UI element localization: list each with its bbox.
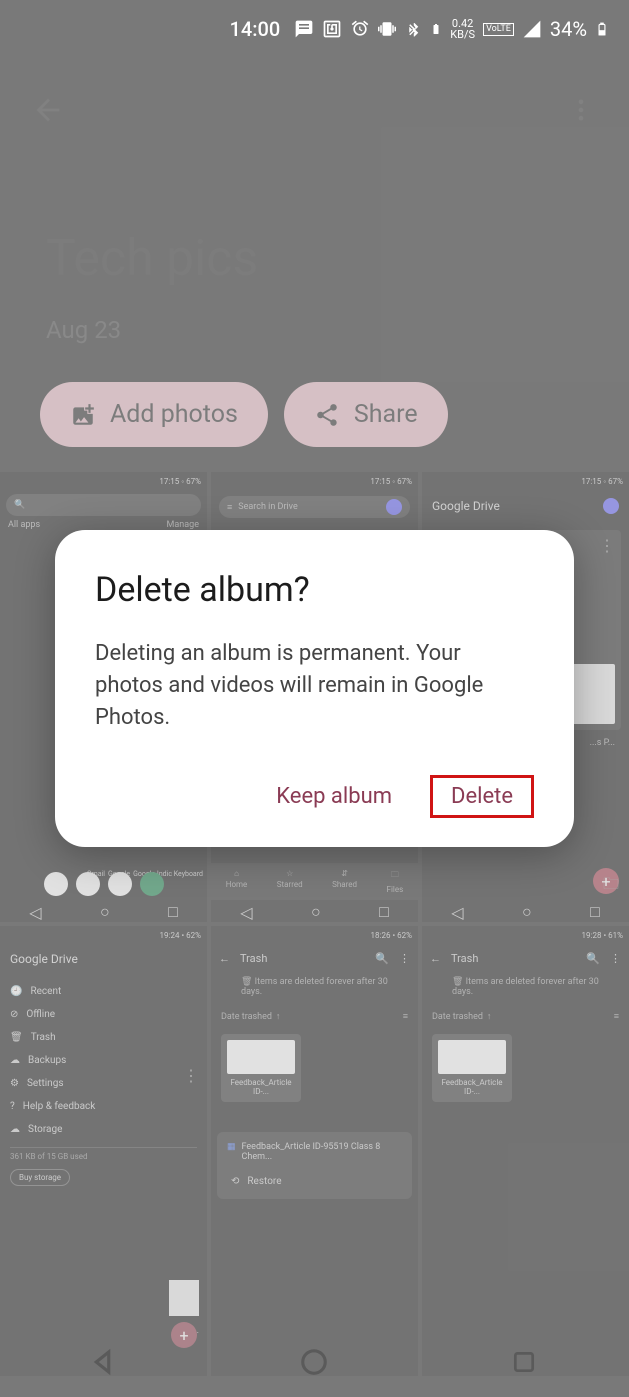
dialog-body: Deleting an album is permanent. Your pho… (95, 638, 534, 734)
add-photos-label: Add photos (110, 400, 238, 429)
volte-badge: VoLTE (483, 23, 514, 36)
status-bar: 14:00 0.42KB/S VoLTE 34% (0, 0, 629, 58)
status-time: 14:00 (229, 17, 280, 41)
battery-icon (595, 18, 609, 40)
battery-percent: 34% (550, 17, 587, 41)
photo-thumbnail[interactable]: 18:26 •62% ←Trash🔍⋮ 🗑 Items are deleted … (211, 926, 418, 1376)
album-toolbar (0, 80, 629, 140)
signal-icon (522, 19, 542, 39)
album-actions: Add photos Share (40, 382, 448, 447)
bluetooth-icon (404, 20, 422, 38)
delete-button[interactable]: Delete (430, 775, 534, 818)
photo-thumbnail[interactable]: 19:28 •61% ←Trash🔍⋮ 🗑 Items are deleted … (422, 926, 629, 1376)
dialog-title: Delete album? (95, 570, 534, 610)
nav-back-button[interactable] (85, 1342, 125, 1382)
back-button[interactable] (28, 90, 68, 130)
alarm-icon (350, 19, 370, 39)
battery-full-icon (430, 19, 442, 39)
vibrate-icon (378, 20, 396, 38)
delete-album-dialog: Delete album? Deleting an album is perma… (55, 530, 574, 847)
add-photos-button[interactable]: Add photos (40, 382, 268, 447)
nfc-icon (322, 19, 342, 39)
nav-home-button[interactable] (294, 1342, 334, 1382)
keep-album-button[interactable]: Keep album (262, 774, 406, 819)
album-date: Aug 23 (46, 316, 258, 344)
album-header: Tech pics Aug 23 (46, 230, 258, 344)
photo-thumbnail[interactable]: 19:24 •62% Google Drive 🕘Recent ⊘Offline… (0, 926, 207, 1376)
share-button[interactable]: Share (284, 382, 448, 447)
message-icon (294, 19, 314, 39)
data-rate: 0.42KB/S (450, 18, 475, 40)
album-title: Tech pics (46, 230, 258, 288)
share-label: Share (354, 400, 418, 429)
system-nav-bar (0, 1327, 629, 1397)
nav-recent-button[interactable] (504, 1342, 544, 1382)
more-options-button[interactable] (561, 90, 601, 130)
